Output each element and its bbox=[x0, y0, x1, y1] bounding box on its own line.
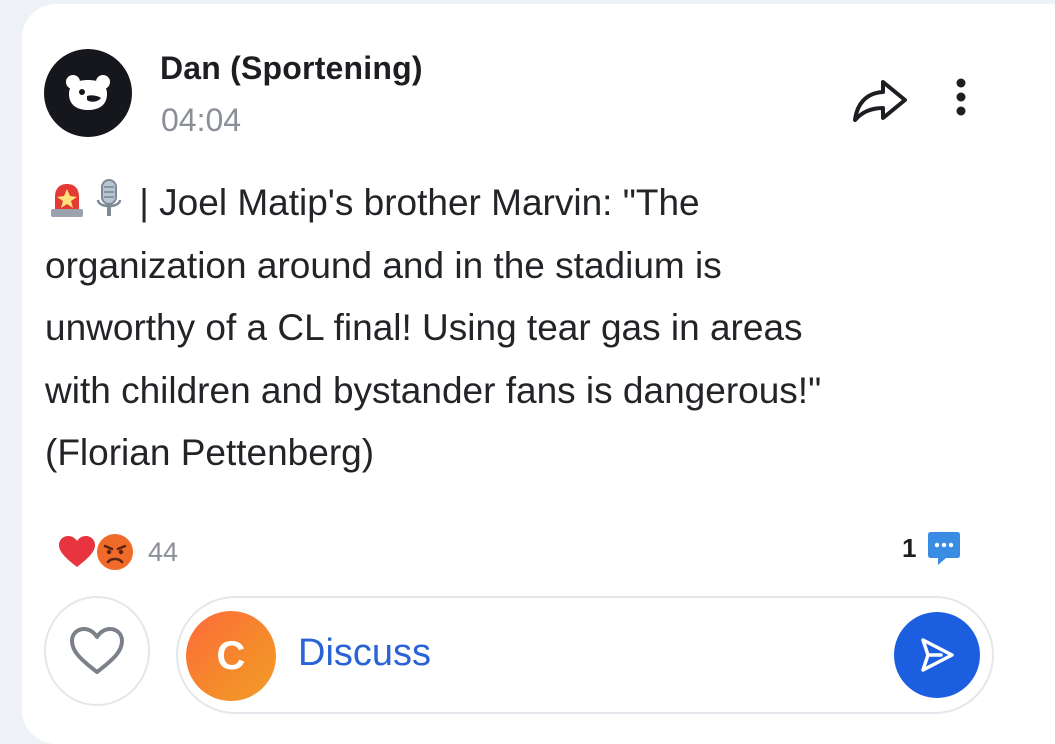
heart-emoji-icon bbox=[59, 536, 95, 567]
user-avatar[interactable]: C bbox=[186, 611, 276, 701]
angry-face-emoji-icon bbox=[95, 532, 135, 572]
post-body: | Joel Matip's brother Marvin: "The orga… bbox=[45, 172, 865, 485]
author-avatar[interactable] bbox=[44, 49, 132, 137]
microphone-emoji-icon bbox=[96, 179, 122, 216]
siren-emoji-icon bbox=[51, 184, 83, 217]
discuss-placeholder[interactable]: Discuss bbox=[298, 632, 431, 675]
comment-bubble-icon bbox=[928, 532, 961, 565]
post-time: 04:04 bbox=[161, 102, 242, 138]
heart-outline-icon bbox=[70, 627, 124, 674]
discuss-input[interactable]: C Discuss bbox=[176, 596, 994, 714]
author-name[interactable]: Dan (Sportening) bbox=[160, 50, 423, 87]
share-button[interactable] bbox=[849, 74, 911, 126]
send-icon bbox=[921, 638, 954, 672]
bear-logo-icon bbox=[66, 75, 110, 110]
reaction-count: 44 bbox=[148, 536, 179, 567]
comments-summary[interactable]: 1 bbox=[902, 526, 962, 570]
reactions-summary[interactable]: 44 bbox=[58, 530, 178, 574]
post-body-text: | Joel Matip's brother Marvin: "The orga… bbox=[45, 182, 822, 473]
more-options-button[interactable] bbox=[942, 72, 980, 122]
post-body-icons bbox=[45, 178, 129, 220]
more-vertical-icon bbox=[956, 78, 966, 116]
comment-count: 1 bbox=[902, 532, 917, 563]
send-button[interactable] bbox=[894, 612, 980, 698]
like-button[interactable] bbox=[44, 596, 150, 706]
share-arrow-icon bbox=[853, 80, 907, 122]
